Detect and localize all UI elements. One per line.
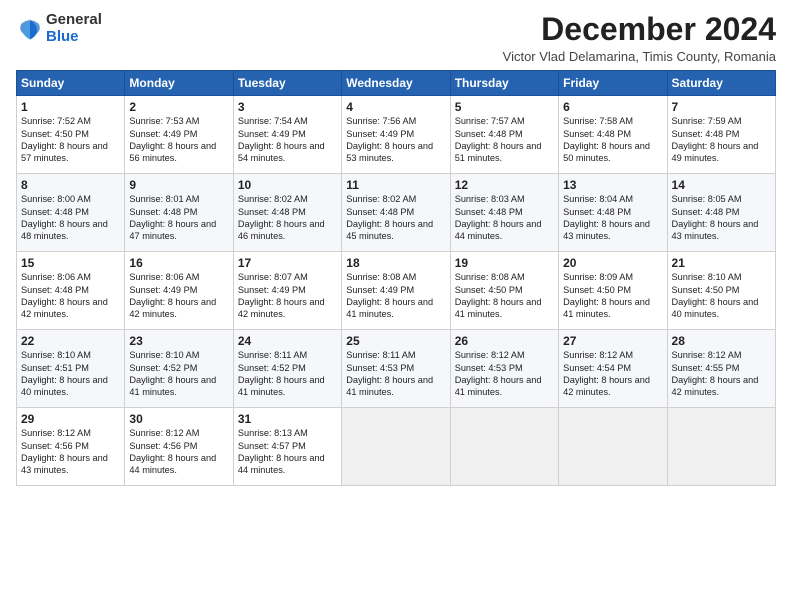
header-thursday: Thursday — [450, 71, 558, 96]
table-row: 14Sunrise: 8:05 AM Sunset: 4:48 PM Dayli… — [667, 174, 775, 252]
table-row: 2Sunrise: 7:53 AM Sunset: 4:49 PM Daylig… — [125, 96, 233, 174]
header-saturday: Saturday — [667, 71, 775, 96]
table-row: 19Sunrise: 8:08 AM Sunset: 4:50 PM Dayli… — [450, 252, 558, 330]
logo-text: General Blue — [46, 12, 102, 45]
table-row: 8Sunrise: 8:00 AM Sunset: 4:48 PM Daylig… — [17, 174, 125, 252]
header-tuesday: Tuesday — [233, 71, 341, 96]
table-row: 20Sunrise: 8:09 AM Sunset: 4:50 PM Dayli… — [559, 252, 667, 330]
table-row: 1Sunrise: 7:52 AM Sunset: 4:50 PM Daylig… — [17, 96, 125, 174]
header-monday: Monday — [125, 71, 233, 96]
table-row: 9Sunrise: 8:01 AM Sunset: 4:48 PM Daylig… — [125, 174, 233, 252]
table-row: 24Sunrise: 8:11 AM Sunset: 4:52 PM Dayli… — [233, 330, 341, 408]
table-row: 15Sunrise: 8:06 AM Sunset: 4:48 PM Dayli… — [17, 252, 125, 330]
table-row: 23Sunrise: 8:10 AM Sunset: 4:52 PM Dayli… — [125, 330, 233, 408]
table-row — [342, 408, 450, 486]
table-row: 21Sunrise: 8:10 AM Sunset: 4:50 PM Dayli… — [667, 252, 775, 330]
logo-general-text: General — [46, 12, 102, 29]
header-friday: Friday — [559, 71, 667, 96]
header-wednesday: Wednesday — [342, 71, 450, 96]
calendar-table: Sunday Monday Tuesday Wednesday Thursday… — [16, 70, 776, 486]
table-row: 7Sunrise: 7:59 AM Sunset: 4:48 PM Daylig… — [667, 96, 775, 174]
logo: General Blue — [16, 12, 102, 45]
table-row: 6Sunrise: 7:58 AM Sunset: 4:48 PM Daylig… — [559, 96, 667, 174]
table-row: 29Sunrise: 8:12 AM Sunset: 4:56 PM Dayli… — [17, 408, 125, 486]
header: General Blue December 2024 Victor Vlad D… — [16, 12, 776, 64]
table-row: 26Sunrise: 8:12 AM Sunset: 4:53 PM Dayli… — [450, 330, 558, 408]
table-row: 28Sunrise: 8:12 AM Sunset: 4:55 PM Dayli… — [667, 330, 775, 408]
table-row: 11Sunrise: 8:02 AM Sunset: 4:48 PM Dayli… — [342, 174, 450, 252]
table-row — [450, 408, 558, 486]
table-row: 5Sunrise: 7:57 AM Sunset: 4:48 PM Daylig… — [450, 96, 558, 174]
table-row: 30Sunrise: 8:12 AM Sunset: 4:56 PM Dayli… — [125, 408, 233, 486]
table-row: 31Sunrise: 8:13 AM Sunset: 4:57 PM Dayli… — [233, 408, 341, 486]
days-header-row: Sunday Monday Tuesday Wednesday Thursday… — [17, 71, 776, 96]
month-title: December 2024 — [503, 12, 776, 47]
table-row: 27Sunrise: 8:12 AM Sunset: 4:54 PM Dayli… — [559, 330, 667, 408]
table-row: 12Sunrise: 8:03 AM Sunset: 4:48 PM Dayli… — [450, 174, 558, 252]
subtitle: Victor Vlad Delamarina, Timis County, Ro… — [503, 49, 776, 64]
table-row: 16Sunrise: 8:06 AM Sunset: 4:49 PM Dayli… — [125, 252, 233, 330]
header-sunday: Sunday — [17, 71, 125, 96]
table-row: 3Sunrise: 7:54 AM Sunset: 4:49 PM Daylig… — [233, 96, 341, 174]
logo-icon — [16, 15, 44, 43]
table-row: 22Sunrise: 8:10 AM Sunset: 4:51 PM Dayli… — [17, 330, 125, 408]
logo-blue-text: Blue — [46, 29, 102, 46]
page: General Blue December 2024 Victor Vlad D… — [0, 0, 792, 612]
table-row: 4Sunrise: 7:56 AM Sunset: 4:49 PM Daylig… — [342, 96, 450, 174]
table-row: 17Sunrise: 8:07 AM Sunset: 4:49 PM Dayli… — [233, 252, 341, 330]
table-row — [559, 408, 667, 486]
title-block: December 2024 Victor Vlad Delamarina, Ti… — [503, 12, 776, 64]
table-row — [667, 408, 775, 486]
table-row: 25Sunrise: 8:11 AM Sunset: 4:53 PM Dayli… — [342, 330, 450, 408]
table-row: 13Sunrise: 8:04 AM Sunset: 4:48 PM Dayli… — [559, 174, 667, 252]
table-row: 18Sunrise: 8:08 AM Sunset: 4:49 PM Dayli… — [342, 252, 450, 330]
table-row: 10Sunrise: 8:02 AM Sunset: 4:48 PM Dayli… — [233, 174, 341, 252]
